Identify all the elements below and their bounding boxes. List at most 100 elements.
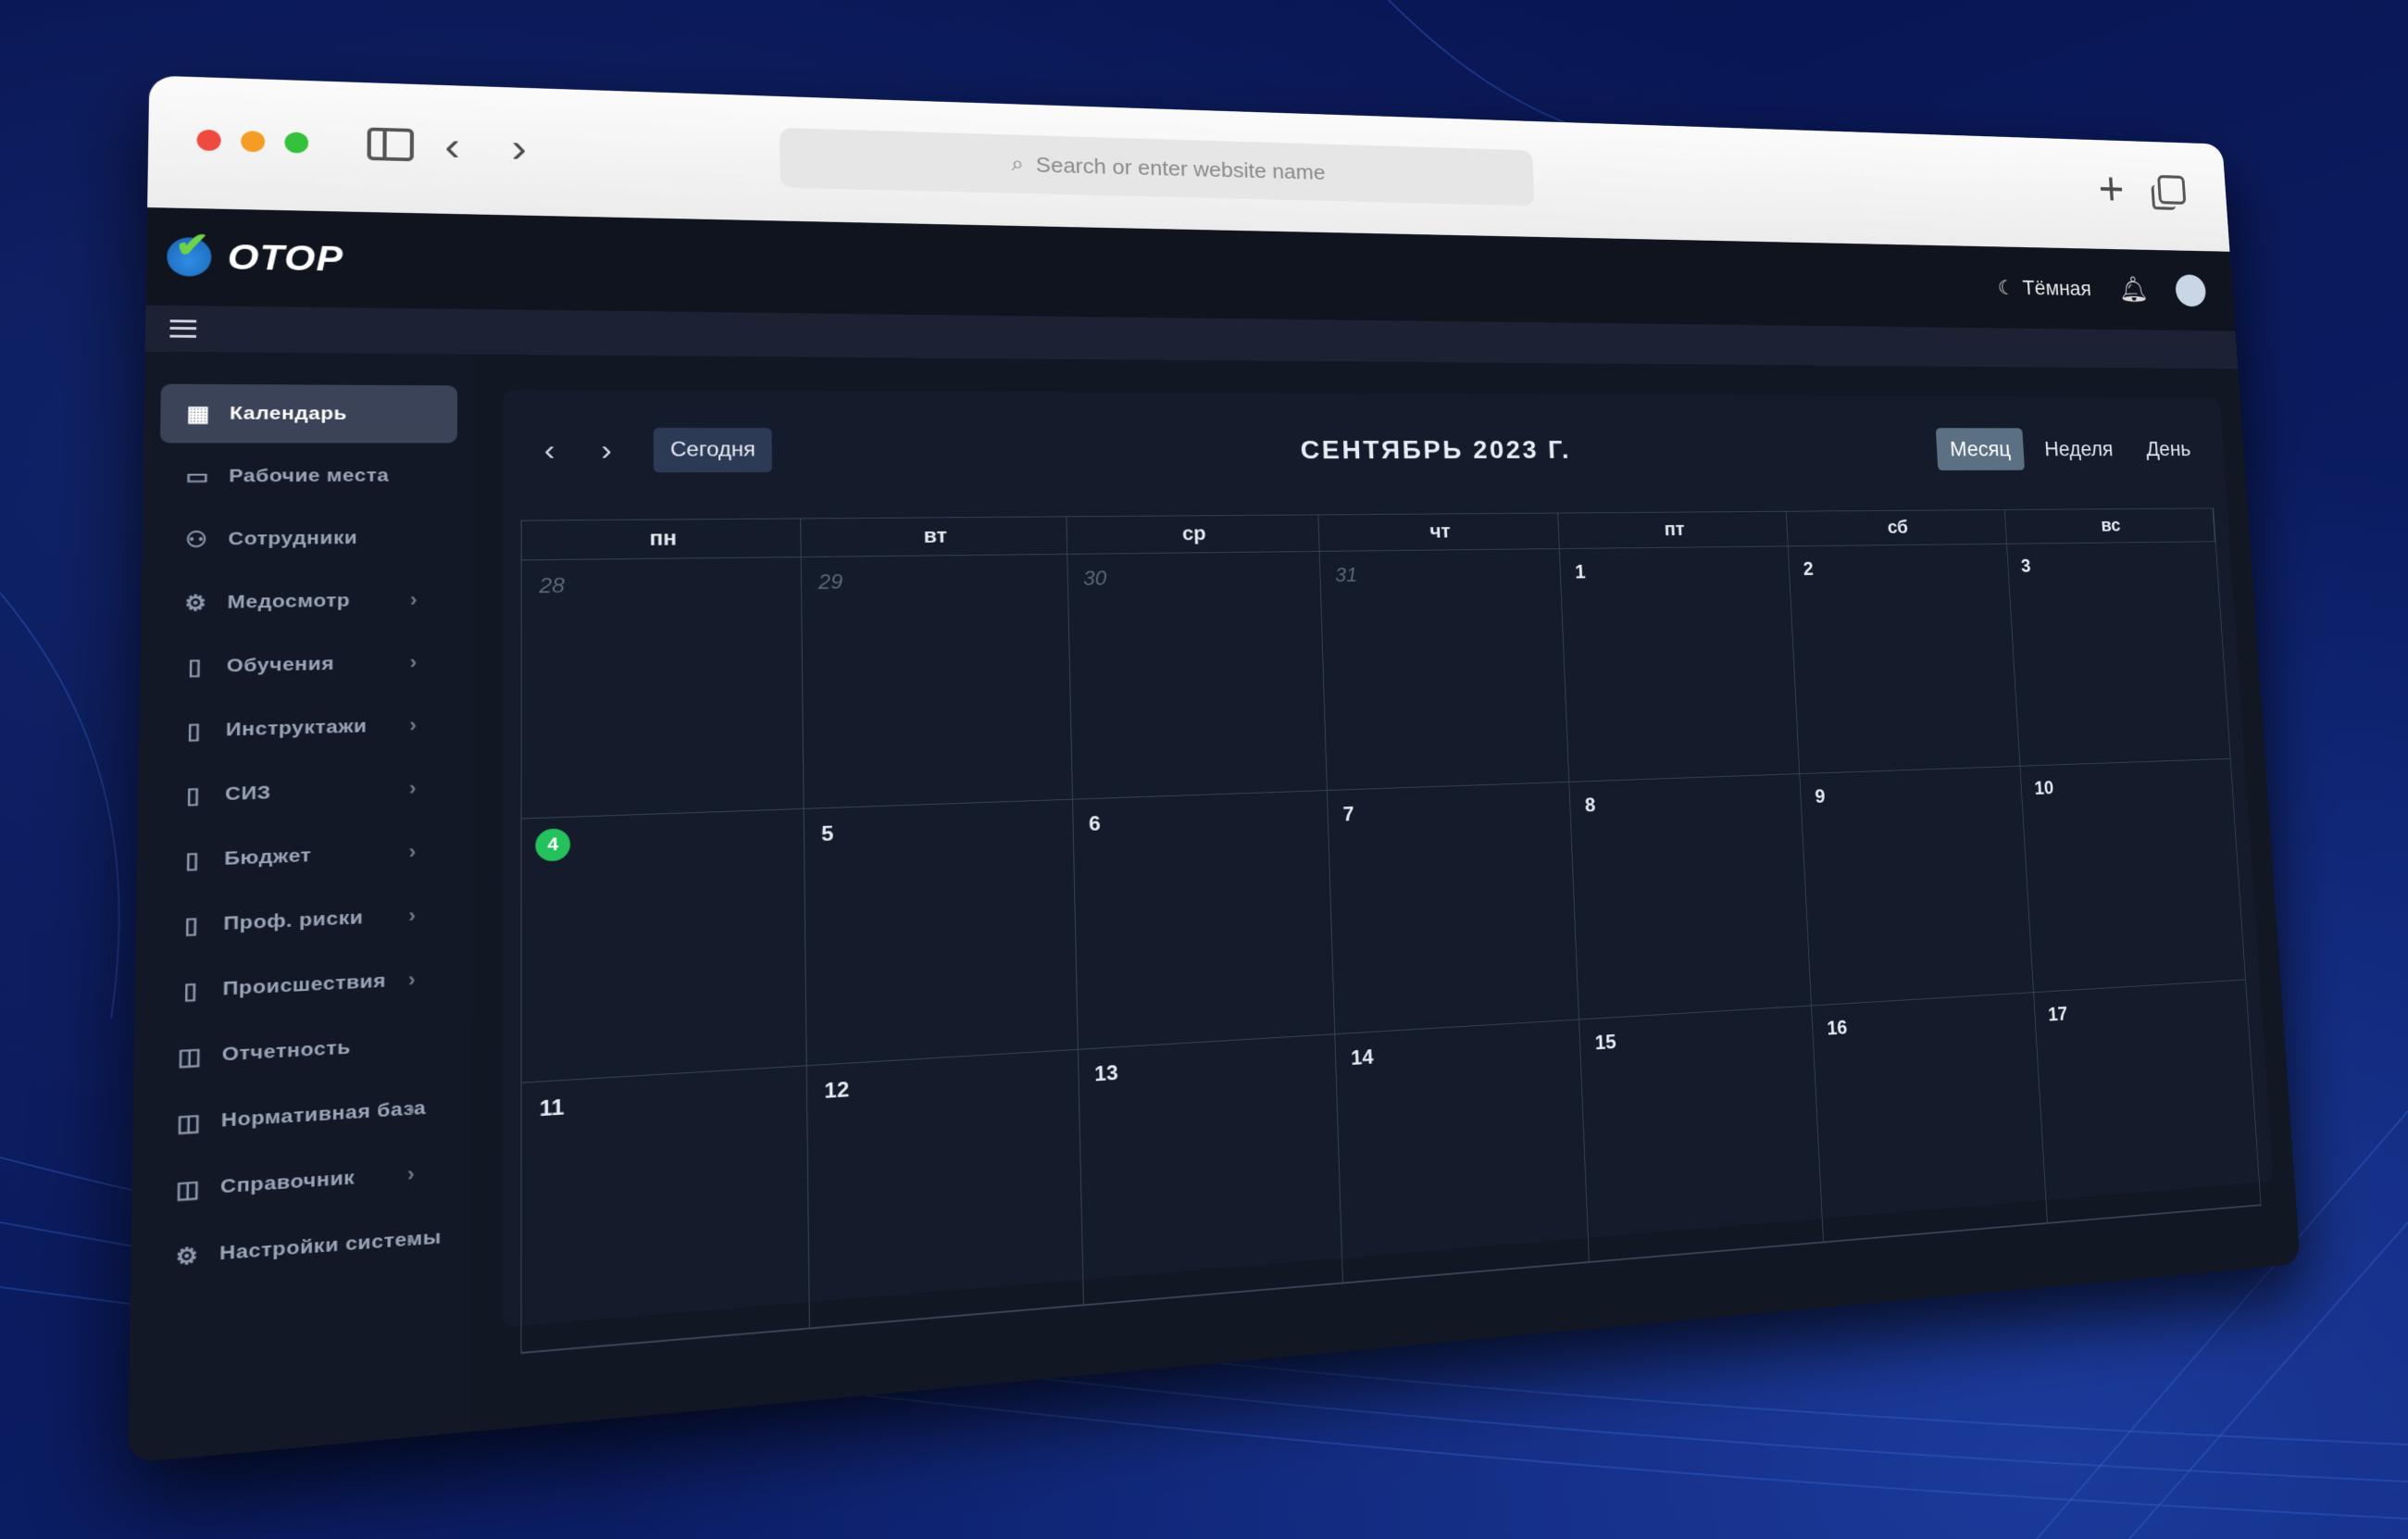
sidebar-item[interactable]: ▯ Проф. риски › (153, 884, 456, 958)
day-number[interactable]: 3 (2020, 556, 2031, 577)
day-cell[interactable]: 13 (1078, 1034, 1343, 1306)
day-number[interactable]: 2 (1803, 558, 1814, 581)
day-number[interactable]: 17 (2048, 1003, 2068, 1026)
avatar[interactable] (2174, 274, 2207, 307)
chevron-right-icon: › (406, 1161, 416, 1186)
sidebar-item[interactable]: ▯ Обучения › (156, 632, 456, 698)
tabs-overview-icon[interactable] (2157, 174, 2187, 205)
day-number[interactable]: 30 (1083, 568, 1106, 592)
sidebar-item-label: Рабочие места (229, 465, 390, 487)
day-cell[interactable]: 29 (801, 554, 1073, 809)
day-cell[interactable]: 30 (1067, 551, 1328, 800)
sidebar-item-label: Бюджет (224, 845, 312, 870)
weekday-header: сб (1787, 509, 2007, 547)
day-cell[interactable]: 1 (1559, 546, 1801, 782)
sidebar-item[interactable]: ▯ СИЗ › (155, 757, 456, 828)
today-day-number[interactable]: 4 (535, 828, 571, 862)
weekday-header: чт (1318, 513, 1560, 552)
day-cell[interactable]: 10 (2020, 758, 2246, 994)
day-number[interactable]: 31 (1335, 564, 1358, 587)
day-cell[interactable]: 11 (521, 1066, 811, 1353)
day-cell[interactable]: 2 (1789, 544, 2021, 775)
day-cell[interactable]: 8 (1569, 774, 1813, 1020)
day-number[interactable]: 13 (1094, 1061, 1118, 1087)
day-number[interactable]: 12 (824, 1078, 849, 1105)
chevron-right-icon: › (408, 776, 418, 800)
new-tab-icon[interactable]: + (2097, 162, 2126, 217)
sidebar-item[interactable]: ▯ Происшествия › (152, 947, 456, 1023)
day-number[interactable]: 6 (1089, 812, 1101, 836)
sidebar-item-label: Календарь (229, 403, 347, 424)
theme-label: Тёмная (2021, 275, 2092, 300)
today-button[interactable]: Сегодня (653, 427, 773, 473)
chevron-right-icon: › (407, 1096, 416, 1121)
view-button[interactable]: День (2132, 429, 2204, 470)
maximize-window-button[interactable] (284, 131, 309, 154)
day-cell[interactable]: 12 (807, 1049, 1084, 1329)
clipboard-icon: ▯ (186, 718, 202, 744)
theme-toggle[interactable]: ☾ Тёмная (1997, 275, 2092, 300)
sidebar-item-label: СИЗ (224, 782, 271, 805)
day-number[interactable]: 9 (1815, 786, 1826, 808)
weekday-header: пт (1558, 511, 1790, 549)
chevron-right-icon: › (406, 1227, 416, 1252)
day-number[interactable]: 11 (540, 1095, 565, 1122)
url-placeholder: Search or enter website name (1035, 152, 1326, 184)
day-cell[interactable]: 14 (1335, 1020, 1591, 1283)
sidebar-item[interactable]: ⚙ Медосмотр › (157, 570, 457, 634)
url-bar[interactable]: ⌕ Search or enter website name (780, 127, 1535, 206)
forward-icon[interactable]: › (511, 125, 526, 173)
day-number[interactable]: 15 (1594, 1031, 1616, 1055)
moon-icon: ☾ (1997, 275, 2015, 299)
book-icon: ▯ (187, 654, 203, 680)
sidebar: ▦ Календарь ▭ Рабочие места ⚇ Сотрудники ⚙ Медо… (128, 351, 473, 1464)
logo-icon (166, 236, 212, 277)
day-cell[interactable]: 4 (521, 808, 808, 1083)
sidebar-item-label: Обучения (226, 653, 335, 677)
sidebar-item[interactable]: ▦ Календарь (159, 383, 458, 444)
weekday-header: пн (521, 519, 802, 561)
calendar: ‹ › Сегодня СЕНТЯБРЬ 2023 Г. Месяц Неделя… (500, 389, 2274, 1355)
view-button[interactable]: Неделя (2030, 428, 2127, 469)
day-cell[interactable]: 9 (1800, 766, 2034, 1007)
next-month-button[interactable]: › (578, 433, 634, 468)
chevron-right-icon: › (408, 840, 417, 864)
database-icon: ◫ (177, 1043, 203, 1070)
back-icon[interactable]: ‹ (444, 123, 460, 171)
sidebar-item[interactable]: ▯ Бюджет › (154, 820, 456, 893)
day-cell[interactable]: 3 (2006, 542, 2230, 767)
day-number[interactable]: 10 (2034, 778, 2054, 800)
view-button[interactable]: Месяц (1936, 428, 2025, 470)
day-cell[interactable]: 28 (521, 557, 805, 820)
day-number[interactable]: 1 (1575, 561, 1586, 583)
day-number[interactable]: 5 (821, 822, 834, 847)
day-cell[interactable]: 6 (1072, 790, 1336, 1050)
logo-text: OTOP (227, 237, 344, 279)
day-number[interactable]: 14 (1351, 1045, 1374, 1070)
close-window-button[interactable] (196, 129, 221, 152)
bell-icon[interactable]: 🔔︎ (2118, 275, 2150, 305)
sidebar-item[interactable]: ▯ Инструктажи › (156, 694, 456, 762)
sidebar-item[interactable]: ▭ Рабочие места (159, 446, 457, 506)
sidebar-item-label: Инструктажи (225, 715, 368, 741)
day-number[interactable]: 8 (1584, 795, 1595, 818)
menu-icon[interactable] (169, 319, 197, 338)
day-cell[interactable]: 7 (1327, 782, 1580, 1035)
day-cell[interactable]: 16 (1812, 993, 2048, 1243)
calendar-title: СЕНТЯБРЬ 2023 Г. (1300, 434, 1572, 464)
day-cell[interactable]: 15 (1579, 1006, 1825, 1262)
day-cell[interactable]: 5 (804, 799, 1079, 1067)
day-cell[interactable]: 31 (1319, 548, 1570, 791)
day-number[interactable]: 16 (1827, 1017, 1848, 1041)
day-number[interactable]: 29 (818, 570, 843, 594)
weekday-header: ср (1066, 515, 1320, 555)
prev-month-button[interactable]: ‹ (521, 433, 579, 468)
logo[interactable]: OTOP (166, 236, 344, 279)
day-number[interactable]: 7 (1342, 803, 1354, 827)
sidebar-toggle-icon[interactable] (367, 127, 415, 162)
minimize-window-button[interactable] (241, 131, 266, 153)
day-number[interactable]: 28 (539, 574, 565, 599)
day-cell[interactable]: 17 (2033, 980, 2261, 1223)
weekday-header: вт (801, 517, 1067, 557)
sidebar-item[interactable]: ⚇ Сотрудники (158, 508, 457, 570)
